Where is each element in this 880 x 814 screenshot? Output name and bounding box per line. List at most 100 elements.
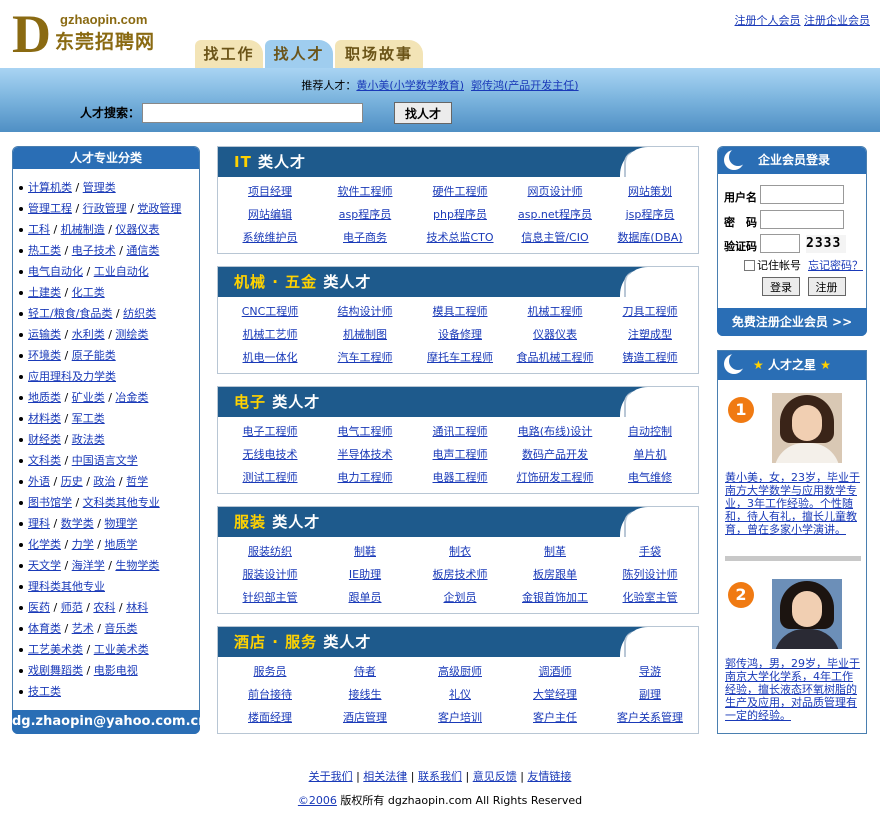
forgot-password-link[interactable]: 忘记密码？ [808, 259, 863, 272]
category-link[interactable]: 纺织类 [123, 307, 156, 320]
tab-find-talent[interactable]: 找人才 [265, 40, 333, 68]
talent-description[interactable]: 黄小美，女，23岁，毕业于南方大学数学与应用数学专业，3年工作经验。个性随和，待… [725, 471, 861, 536]
category-link[interactable]: 原子能类 [72, 349, 116, 362]
job-link[interactable]: 注塑成型 [602, 327, 698, 343]
category-link[interactable]: 物理学 [104, 517, 137, 530]
job-link[interactable]: 测试工程师 [222, 470, 318, 486]
footer-link[interactable]: 关于我们 [309, 770, 353, 783]
job-link[interactable]: 系统维护员 [222, 230, 318, 246]
job-link[interactable]: 灯饰研发工程师 [507, 470, 603, 486]
category-link[interactable]: 土建类 [28, 286, 61, 299]
job-link[interactable]: 单片机 [602, 447, 698, 463]
job-link[interactable]: 副理 [602, 687, 698, 703]
job-link[interactable]: 设备修理 [412, 327, 508, 343]
job-link[interactable]: 制革 [507, 544, 603, 560]
job-link[interactable]: 数码产品开发 [507, 447, 603, 463]
job-link[interactable]: 项目经理 [222, 184, 318, 200]
job-link[interactable]: 模具工程师 [412, 304, 508, 320]
job-link[interactable]: 电气工程师 [317, 424, 413, 440]
category-link[interactable]: 林科 [126, 601, 148, 614]
category-link[interactable]: 水利类 [72, 328, 105, 341]
job-link[interactable]: 信息主管/CIO [507, 230, 603, 246]
category-link[interactable]: 通信类 [126, 244, 159, 257]
category-link[interactable]: 计算机类 [28, 181, 72, 194]
job-link[interactable]: 食品机械工程师 [507, 350, 603, 366]
job-link[interactable]: 电气维修 [602, 470, 698, 486]
category-link[interactable]: 党政管理 [137, 202, 181, 215]
category-link[interactable]: 管理工程 [28, 202, 72, 215]
category-link[interactable]: 外语 [28, 475, 50, 488]
category-link[interactable]: 化工类 [72, 286, 105, 299]
category-link[interactable]: 电气自动化 [28, 265, 83, 278]
category-link[interactable]: 理科类其他专业 [28, 580, 105, 593]
category-link[interactable]: 机械制造 [61, 223, 105, 236]
tab-career-story[interactable]: 职场故事 [335, 40, 423, 68]
captcha-input[interactable] [760, 234, 800, 253]
category-link[interactable]: 力学 [72, 538, 94, 551]
job-link[interactable]: 刀具工程师 [602, 304, 698, 320]
category-link[interactable]: 地质类 [28, 391, 61, 404]
job-link[interactable]: asp.net程序员 [507, 207, 603, 223]
job-link[interactable]: 结构设计师 [317, 304, 413, 320]
category-link[interactable]: 环境类 [28, 349, 61, 362]
footer-link[interactable]: 意见反馈 [473, 770, 517, 783]
job-link[interactable]: 大堂经理 [507, 687, 603, 703]
job-link[interactable]: 网页设计师 [507, 184, 603, 200]
category-link[interactable]: 艺术 [72, 622, 94, 635]
category-link[interactable]: 冶金类 [115, 391, 148, 404]
search-input[interactable] [142, 103, 363, 123]
category-link[interactable]: 政法类 [72, 433, 105, 446]
category-link[interactable]: 海洋学 [72, 559, 105, 572]
category-link[interactable]: 图书馆学 [28, 496, 72, 509]
job-link[interactable]: 网站编辑 [222, 207, 318, 223]
job-link[interactable]: 技术总监CTO [412, 230, 508, 246]
category-link[interactable]: 理科 [28, 517, 50, 530]
category-link[interactable]: 文科类 [28, 454, 61, 467]
category-link[interactable]: 工科 [28, 223, 50, 236]
job-link[interactable]: 仪器仪表 [507, 327, 603, 343]
job-link[interactable]: 酒店管理 [317, 710, 413, 726]
category-link[interactable]: 历史 [61, 475, 83, 488]
job-link[interactable]: 客户培训 [412, 710, 508, 726]
password-input[interactable] [760, 210, 844, 229]
category-link[interactable]: 技工类 [28, 685, 61, 698]
category-link[interactable]: 矿业类 [72, 391, 105, 404]
footer-link[interactable]: 相关法律 [363, 770, 407, 783]
recommend-link[interactable]: 黄小美(小学数学教育) [356, 79, 464, 92]
talent-photo[interactable] [772, 579, 842, 649]
job-link[interactable]: 服装设计师 [222, 567, 318, 583]
job-link[interactable]: 前台接待 [222, 687, 318, 703]
category-link[interactable]: 管理类 [83, 181, 116, 194]
job-link[interactable]: 无线电技术 [222, 447, 318, 463]
category-link[interactable]: 热工类 [28, 244, 61, 257]
job-link[interactable]: 制鞋 [317, 544, 413, 560]
category-link[interactable]: 哲学 [126, 475, 148, 488]
job-link[interactable]: 机械工程师 [507, 304, 603, 320]
job-link[interactable]: 通讯工程师 [412, 424, 508, 440]
category-link[interactable]: 工业美术类 [94, 643, 149, 656]
site-logo[interactable]: D gzhaopin.com 东莞招聘网 [12, 7, 172, 61]
login-button[interactable]: 登录 [762, 277, 800, 296]
job-link[interactable]: 电路(布线)设计 [507, 424, 603, 440]
job-link[interactable]: 电器工程师 [412, 470, 508, 486]
free-register-button[interactable]: 免费注册企业会员 >> [717, 308, 867, 336]
category-link[interactable]: 电影电视 [94, 664, 138, 677]
category-link[interactable]: 农科 [93, 601, 115, 614]
talent-photo[interactable] [772, 393, 842, 463]
category-link[interactable]: 材料类 [28, 412, 61, 425]
recommend-link[interactable]: 郭传鸿(产品开发主任) [471, 79, 579, 92]
category-link[interactable]: 军工类 [72, 412, 105, 425]
job-link[interactable]: 针织部主管 [222, 590, 318, 606]
job-link[interactable]: 客户主任 [507, 710, 603, 726]
job-link[interactable]: 跟单员 [317, 590, 413, 606]
job-link[interactable]: 侍者 [317, 664, 413, 680]
category-link[interactable]: 音乐类 [104, 622, 137, 635]
category-link[interactable]: 天文学 [28, 559, 61, 572]
register-company-link[interactable]: 注册企业会员 [804, 14, 870, 27]
job-link[interactable]: 服务员 [222, 664, 318, 680]
category-link[interactable]: 测绘类 [115, 328, 148, 341]
job-link[interactable]: 制衣 [412, 544, 508, 560]
job-link[interactable]: 机械工艺师 [222, 327, 318, 343]
username-input[interactable] [760, 185, 844, 204]
category-link[interactable]: 地质学 [104, 538, 137, 551]
